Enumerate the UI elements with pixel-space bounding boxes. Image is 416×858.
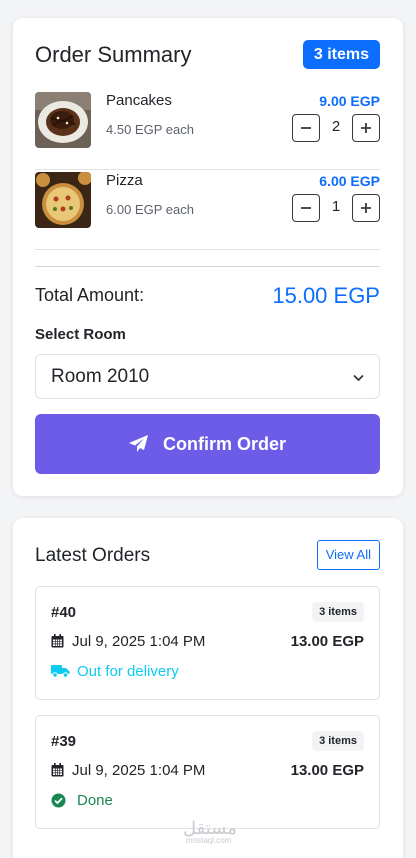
latest-orders-title: Latest Orders xyxy=(35,545,151,566)
order-items-badge: 3 items xyxy=(312,731,364,751)
minus-icon xyxy=(301,207,311,209)
order-total: 13.00 EGP xyxy=(290,762,364,779)
order-number: #40 xyxy=(51,604,77,621)
order-status: Out for delivery xyxy=(77,663,179,680)
order-total: 13.00 EGP xyxy=(290,633,364,650)
watermark-url: mostaql.com xyxy=(186,836,232,845)
calendar-icon xyxy=(51,634,64,648)
order-card[interactable]: #40 3 items Jul 9, 2025 1:04 PM 13.00 EG… xyxy=(35,586,380,700)
minus-icon xyxy=(301,127,311,129)
select-room-label: Select Room xyxy=(35,326,126,343)
total-amount-label: Total Amount: xyxy=(35,285,145,305)
pizza-image xyxy=(35,172,91,228)
plus-icon xyxy=(361,203,371,213)
decrease-quantity-button[interactable] xyxy=(292,114,320,142)
item-line-total: 9.00 EGP xyxy=(319,93,380,109)
room-selected-value: Room 2010 xyxy=(51,366,150,387)
order-status: Done xyxy=(77,792,113,809)
decrease-quantity-button[interactable] xyxy=(292,194,320,222)
confirm-order-label: Confirm Order xyxy=(162,433,286,454)
item-name: Pancakes xyxy=(106,92,172,109)
summary-divider xyxy=(35,266,380,267)
item-line-total: 6.00 EGP xyxy=(319,173,380,189)
total-amount-value: 15.00 EGP xyxy=(272,283,380,308)
calendar-icon xyxy=(51,763,64,777)
pancakes-image xyxy=(35,92,91,148)
check-circle-icon xyxy=(51,793,66,808)
latest-orders-card: Latest Orders View All #40 3 items Jul 9… xyxy=(13,518,403,858)
items-count-badge: 3 items xyxy=(302,40,380,69)
order-card[interactable]: #39 3 items Jul 9, 2025 1:04 PM 13.00 EG… xyxy=(35,715,380,829)
order-summary-title: Order Summary xyxy=(35,42,192,67)
cart-item: Pancakes 4.50 EGP each 9.00 EGP 2 xyxy=(35,90,380,170)
increase-quantity-button[interactable] xyxy=(352,114,380,142)
item-unit-price: 6.00 EGP each xyxy=(106,202,194,217)
item-name: Pizza xyxy=(106,172,143,189)
plus-icon xyxy=(361,123,371,133)
chevron-down-icon xyxy=(353,374,364,382)
cart-item: Pizza 6.00 EGP each 6.00 EGP 1 xyxy=(35,170,380,250)
quantity-value: 2 xyxy=(331,118,341,135)
order-summary-card: Order Summary 3 items Pancakes 4.50 EGP … xyxy=(13,18,403,496)
item-unit-price: 4.50 EGP each xyxy=(106,122,194,137)
truck-icon xyxy=(51,665,70,678)
order-items-badge: 3 items xyxy=(312,602,364,622)
order-date: Jul 9, 2025 1:04 PM xyxy=(72,762,206,779)
quantity-value: 1 xyxy=(331,198,341,215)
order-date: Jul 9, 2025 1:04 PM xyxy=(72,633,206,650)
order-number: #39 xyxy=(51,733,77,750)
paper-plane-icon xyxy=(128,435,148,452)
view-all-button[interactable]: View All xyxy=(316,540,380,570)
room-select[interactable]: Room 2010 xyxy=(35,354,380,399)
confirm-order-button[interactable]: Confirm Order xyxy=(35,414,380,474)
increase-quantity-button[interactable] xyxy=(352,194,380,222)
